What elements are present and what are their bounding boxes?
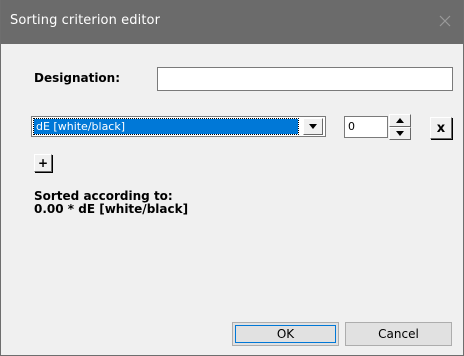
dropdown-arrow-icon[interactable] bbox=[303, 118, 323, 135]
ok-button[interactable]: OK bbox=[232, 322, 339, 346]
weight-input[interactable]: 0 bbox=[344, 116, 388, 138]
sorted-formula: 0.00 * dE [white/black] bbox=[34, 202, 189, 216]
designation-label: Designation: bbox=[34, 71, 121, 85]
spin-down-arrow-icon[interactable] bbox=[389, 127, 411, 140]
criterion-selected-value: dE [white/black] bbox=[33, 118, 299, 135]
add-criterion-button[interactable]: + bbox=[34, 154, 52, 172]
spin-up-arrow-icon[interactable] bbox=[389, 114, 411, 127]
weight-spinner bbox=[389, 114, 411, 140]
window-title: Sorting criterion editor bbox=[10, 13, 161, 28]
sorting-criterion-editor-dialog: Sorting criterion editor Designation: dE… bbox=[0, 0, 464, 356]
designation-input[interactable] bbox=[157, 67, 453, 91]
cancel-button[interactable]: Cancel bbox=[345, 322, 452, 346]
close-icon[interactable] bbox=[433, 9, 457, 33]
title-bar[interactable]: Sorting criterion editor bbox=[1, 0, 463, 44]
cancel-button-label: Cancel bbox=[378, 327, 419, 341]
criterion-dropdown[interactable]: dE [white/black] bbox=[31, 116, 326, 137]
focus-ring bbox=[235, 325, 336, 343]
sorted-summary: Sorted according to: 0.00 * dE [white/bl… bbox=[34, 190, 188, 216]
remove-criterion-button[interactable]: x bbox=[430, 117, 452, 139]
